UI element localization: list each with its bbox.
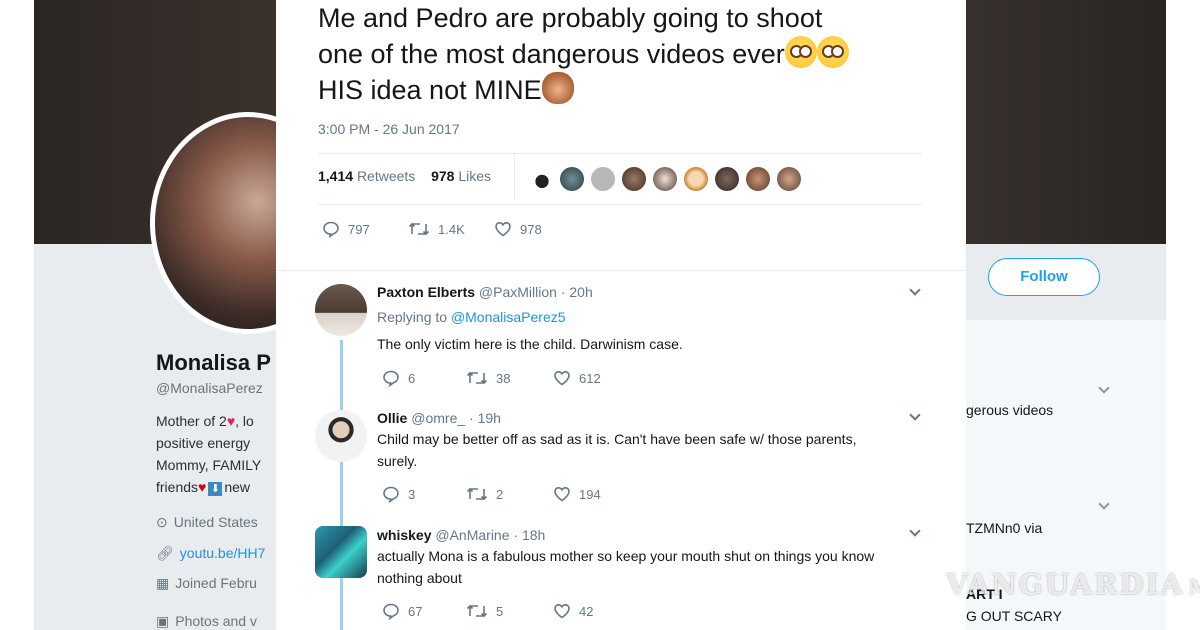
chevron-down-icon[interactable] [1098,382,1110,394]
flushed-face-icon [816,36,849,68]
liker-avatar[interactable] [746,167,770,191]
heart-icon [495,221,511,237]
retweet-icon [466,604,488,618]
location-pin-icon: ⊙ [156,514,168,530]
liker-avatar[interactable] [560,167,584,191]
profile-bio-line-3: Mommy, FAMILY [156,457,262,473]
retweet-button[interactable]: 1.4K [408,220,465,238]
reply-avatar[interactable] [315,526,367,578]
like-button[interactable]: 612 [553,369,601,387]
liker-avatar[interactable] [653,167,677,191]
tweet-stats: 1,414 Retweets 978 Likes [318,168,491,184]
follow-button[interactable]: Follow [988,258,1100,296]
reply-button[interactable]: 6 [382,369,415,387]
reply-text: actually Mona is a fabulous mother so ke… [377,548,875,586]
sidebar-tweet-text-1: gerous videos [966,402,1054,418]
divider [514,154,515,200]
profile-bio-line-4: friends♥ ⬇ new [156,479,251,496]
replying-to: Replying to @MonalisaPerez5 [377,309,566,325]
profile-joined-date: ▦ Joined Febru [156,575,257,591]
retweet-button[interactable]: 5 [466,602,503,620]
sidebar-tweet-text-4: G OUT SCARY [966,608,1062,624]
reply-icon [383,603,399,620]
liker-avatar[interactable] [622,167,646,191]
profile-handle[interactable]: @MonalisaPerez [156,380,263,396]
retweets-stat[interactable]: 1,414 Retweets [318,168,415,184]
profile-link[interactable]: 🔗︎ youtu.be/HH7 [156,545,265,562]
reply-author[interactable]: whiskey @AnMarine · 18h [377,527,545,543]
calendar-icon: ▦ [156,575,170,591]
liker-avatar[interactable] [591,167,615,191]
heart-icon [554,486,570,502]
reply-button[interactable]: 797 [322,220,370,238]
reply-author[interactable]: Ollie @omre_ · 19h [377,410,501,426]
profile-name: Monalisa P [156,350,271,375]
liker-avatar[interactable] [684,167,708,191]
tweet-timestamp[interactable]: 3:00 PM - 26 Jun 2017 [318,121,460,137]
reply-icon [323,221,339,238]
divider [276,270,966,271]
reply-avatar[interactable] [315,284,367,336]
like-button[interactable]: 978 [494,220,542,238]
retweet-icon [408,222,430,236]
retweet-icon [466,487,488,501]
retweet-icon [466,371,488,385]
divider [318,153,922,154]
replying-to-link[interactable]: @MonalisaPerez5 [451,309,566,325]
chevron-down-icon[interactable] [909,525,921,537]
photos-icon: ▣ [156,613,170,629]
reply-button[interactable]: 3 [382,485,415,503]
profile-location: ⊙ United States [156,514,258,530]
thread-line [340,340,343,630]
reply-text: The only victim here is the child. Darwi… [377,336,683,352]
divider [318,204,922,205]
tweet-text-line-2: one of the most dangerous videos ever [318,36,958,72]
liker-avatar[interactable] [777,167,801,191]
watermark: VANGUARDIAMX [946,568,1200,601]
like-button[interactable]: 194 [553,485,601,503]
retweet-button[interactable]: 38 [466,369,510,387]
heart-icon [554,370,570,386]
chevron-down-icon[interactable] [909,284,921,296]
see-no-evil-monkey-icon [541,72,574,104]
tweet-text-line-3: HIS idea not MINE [318,72,958,108]
profile-photos-link[interactable]: ▣ Photos and v [156,613,257,630]
reply-button[interactable]: 67 [382,602,422,620]
chevron-down-icon[interactable] [909,409,921,421]
liker-avatar[interactable] [715,167,739,191]
chevron-down-icon[interactable] [1098,498,1110,510]
retweet-button[interactable]: 2 [466,485,503,503]
heart-icon [554,603,570,619]
liker-avatar[interactable] [530,167,554,191]
tweet-text: Me and Pedro are probably going to shoot… [318,0,958,108]
reply-icon [383,486,399,503]
flushed-face-icon [784,36,817,68]
screenshot: Follow Monalisa P @MonalisaPerez Mother … [0,0,1200,630]
likes-stat[interactable]: 978 Likes [431,168,491,184]
like-button[interactable]: 42 [553,602,593,620]
profile-bio-line-2: positive energy [156,435,251,451]
link-icon: 🔗︎ [156,545,174,561]
tweet-text-line-1: Me and Pedro are probably going to shoot [318,3,823,33]
reply-avatar[interactable] [315,410,367,462]
profile-bio-line-1: Mother of 2♥, lo [156,413,254,429]
tweet-detail-panel: Me and Pedro are probably going to shoot… [276,0,966,630]
sidebar-tweet-text-2: TZMNn0 via [966,520,1043,536]
reply-icon [383,370,399,387]
reply-text: Child may be better off as sad as it is.… [377,431,857,469]
reply-author[interactable]: Paxton Elberts @PaxMillion · 20h [377,284,593,300]
